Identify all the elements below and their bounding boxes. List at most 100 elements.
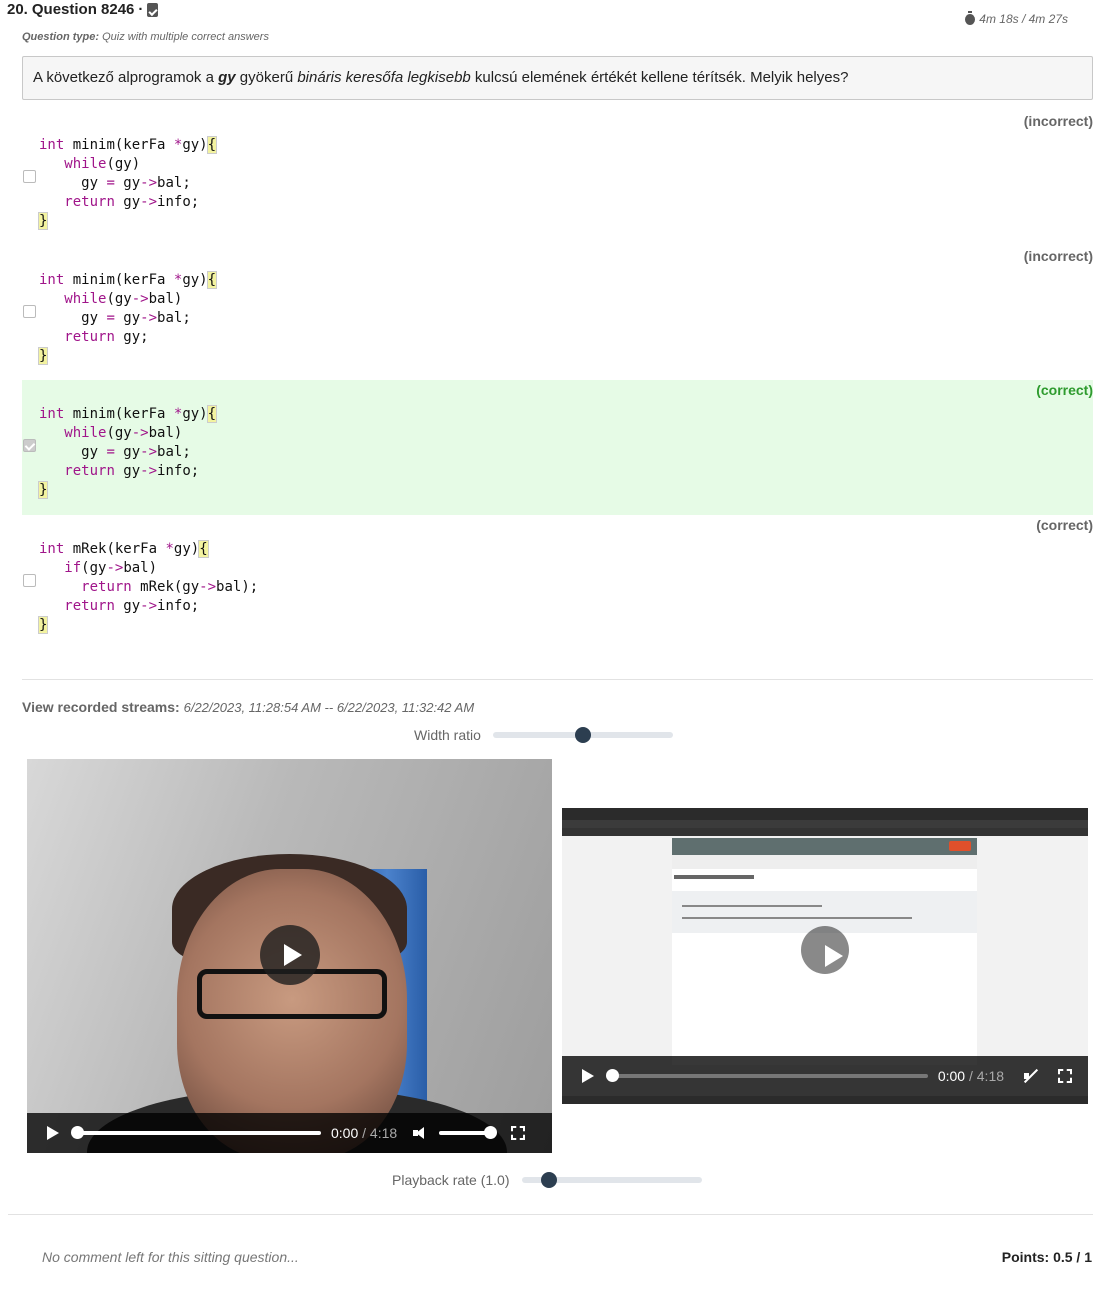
code-token: -> (199, 579, 217, 595)
code-token: if (64, 560, 82, 576)
seek-knob[interactable] (71, 1126, 84, 1139)
code-token: bal); (216, 579, 259, 595)
playback-rate-label: Playback rate (1.0) (392, 1172, 510, 1188)
code-token: * (165, 541, 174, 557)
section-divider (8, 1214, 1093, 1215)
code-token: while (64, 425, 107, 441)
code-token: minim(kerFa (64, 137, 174, 153)
code-line: int minim(kerFa *gy){ (39, 136, 218, 155)
code-token: return (64, 329, 115, 345)
width-ratio-thumb[interactable] (574, 727, 591, 743)
play-icon[interactable] (47, 1126, 59, 1140)
width-ratio-slider[interactable] (492, 727, 673, 743)
question-stem: A következő alprogramok a gy gyökerű bin… (22, 56, 1093, 100)
code-token: bal) (123, 560, 158, 576)
code-token: int (39, 272, 65, 288)
screen-share-video[interactable]: 0:00 / 4:18 (562, 808, 1088, 1104)
code-line: int mRek(kerFa *gy){ (39, 540, 258, 559)
answer-status: (incorrect) (1023, 248, 1093, 264)
play-overlay-icon[interactable] (801, 926, 849, 974)
webcam-video[interactable]: 0:00 / 4:18 (27, 759, 552, 1153)
seek-knob[interactable] (606, 1069, 619, 1082)
video-time: 0:00 / 4:18 (938, 1068, 1004, 1084)
play-icon[interactable] (582, 1069, 594, 1083)
question-title: Question 8246 (31, 1, 135, 18)
play-overlay-icon[interactable] (260, 925, 320, 985)
code-line: gy = gy->bal; (39, 443, 216, 462)
code-token: -> (131, 291, 149, 307)
code-token: { (206, 271, 218, 289)
code-token: } (37, 481, 49, 499)
code-line: return gy->info; (39, 462, 216, 481)
section-divider (22, 679, 1093, 680)
code-token: { (206, 136, 218, 154)
code-line: } (37, 616, 258, 635)
answer-option: (incorrect) int minim(kerFa *gy){ while(g… (22, 111, 1093, 246)
fullscreen-icon[interactable] (511, 1126, 526, 1140)
answer-status: (correct) (1036, 517, 1093, 533)
question-type: Question type: Quiz with multiple correc… (22, 31, 269, 43)
video-frame (672, 838, 977, 855)
video-frame (674, 875, 754, 879)
playback-rate-slider[interactable] (521, 1172, 702, 1188)
fullscreen-icon[interactable] (1058, 1069, 1073, 1083)
code-token: = (106, 175, 115, 191)
answer-checkbox[interactable] (23, 305, 36, 318)
stem-emphasis: bináris keresőfa legkisebb (297, 69, 471, 86)
code-token: int (39, 541, 65, 557)
question-type-value: Quiz with multiple correct answers (102, 31, 269, 43)
playback-rate-control: Playback rate (1.0) (392, 1172, 702, 1188)
muted-volume-icon[interactable] (1024, 1069, 1038, 1083)
answer-checkbox[interactable] (23, 439, 36, 452)
streams-range: 6/22/2023, 11:28:54 AM -- 6/22/2023, 11:… (183, 700, 475, 715)
stem-text: kulcsú elemének értékét kellene térítsék… (470, 69, 849, 86)
answer-checkbox[interactable] (23, 574, 36, 587)
code-token: (gy (81, 560, 107, 576)
current-time: 0:00 (331, 1125, 359, 1141)
seek-bar[interactable] (71, 1126, 321, 1139)
width-ratio-control: Width ratio (414, 727, 673, 743)
timer-text: 4m 18s / 4m 27s (979, 12, 1068, 26)
code-token: = (106, 310, 115, 326)
video-controls: 0:00 / 4:18 (562, 1056, 1088, 1096)
video-controls: 0:00 / 4:18 (27, 1113, 552, 1153)
volume-icon[interactable] (413, 1127, 427, 1139)
video-frame (562, 1096, 1088, 1104)
stem-text: gyökerű (235, 69, 298, 86)
code-token: info; (157, 194, 200, 210)
volume-slider[interactable] (439, 1126, 498, 1139)
code-token: gy (39, 444, 107, 460)
answer-option: (correct) int minim(kerFa *gy){ while(gy-… (22, 380, 1093, 515)
code-token: mRek(gy (131, 579, 200, 595)
code-token: bal; (157, 175, 191, 191)
code-token: gy (114, 444, 141, 460)
code-token: mRek(kerFa (64, 541, 166, 557)
playback-rate-thumb[interactable] (540, 1172, 557, 1188)
answer-status: (correct) (1036, 382, 1093, 398)
code-snippet: int minim(kerFa *gy){ while(gy->bal) gy … (37, 271, 218, 366)
code-token: bal; (157, 310, 191, 326)
code-token: { (198, 540, 209, 558)
code-snippet: int minim(kerFa *gy){ while(gy) gy = gy-… (37, 136, 218, 231)
seek-bar[interactable] (606, 1069, 928, 1082)
code-token: } (37, 212, 49, 230)
code-token: info; (157, 463, 200, 479)
comment-text: No comment left for this sitting questio… (42, 1249, 299, 1265)
volume-knob[interactable] (484, 1126, 498, 1139)
recorded-streams: View recorded streams: 6/22/2023, 11:28:… (22, 699, 474, 715)
timer: 4m 18s / 4m 27s (965, 10, 1068, 26)
stem-text: A következő alprogramok a (33, 69, 219, 86)
answer-checkbox[interactable] (23, 170, 36, 183)
video-frame (562, 828, 1088, 836)
code-token: gy (114, 598, 141, 614)
code-token: gy (114, 463, 141, 479)
video-frame (682, 917, 912, 919)
code-token: -> (140, 310, 158, 326)
